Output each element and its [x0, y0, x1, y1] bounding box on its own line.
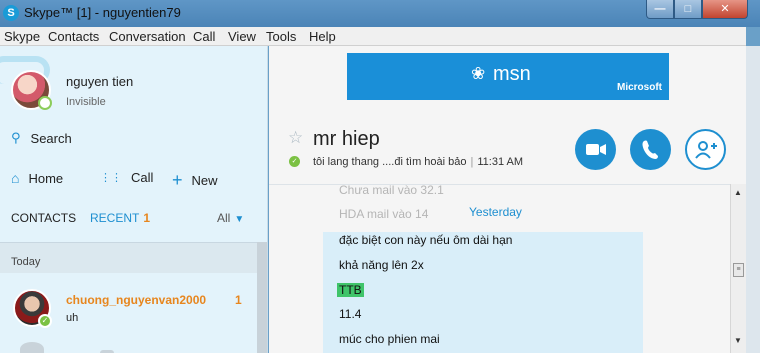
msn-butterfly-icon: ❀: [471, 64, 486, 83]
window-scrollbar[interactable]: [746, 46, 760, 353]
chat-message-highlighted: TTB: [337, 283, 364, 297]
scroll-down-icon[interactable]: ▼: [734, 336, 742, 345]
phone-icon: [642, 140, 658, 159]
plus-icon: +: [172, 170, 183, 190]
call-button[interactable]: ⋮⋮ Call: [100, 170, 153, 185]
sidebar-scrollbar[interactable]: [257, 242, 267, 353]
home-label: Home: [28, 170, 64, 186]
message-preview: uh: [66, 312, 79, 324]
mood-text: tôi lang thang ....đi tìm hoài bảo: [313, 156, 467, 168]
sidebar: nguyen tien Invisible ⚲ Search ⌂ Home ⋮⋮…: [0, 46, 268, 353]
scroll-up-icon[interactable]: ▲: [734, 188, 742, 197]
profile-name[interactable]: nguyen tien: [66, 74, 133, 89]
chat-message: đặc biệt con này nếu ôm dài hạn: [339, 233, 513, 247]
menu-skype[interactable]: Skype: [4, 29, 40, 44]
search-icon: ⚲: [11, 130, 21, 145]
window-controls: — □ ✕: [646, 0, 748, 20]
search-label: Search: [30, 130, 72, 146]
local-time: 11:31 AM: [477, 156, 524, 168]
ad-brand: msn: [493, 63, 531, 85]
menu-call[interactable]: Call: [193, 29, 215, 44]
chat-message: 11.4: [339, 307, 362, 321]
menu-bar: Skype Contacts Conversation Call View To…: [0, 27, 746, 46]
group-label-today: Today: [11, 256, 41, 268]
home-button[interactable]: ⌂ Home: [11, 170, 63, 186]
new-button[interactable]: + New: [172, 170, 218, 191]
tab-recent[interactable]: RECENT 1: [90, 211, 150, 225]
chat-message: khả năng lên 2x: [339, 258, 424, 272]
tab-contacts[interactable]: CONTACTS: [11, 211, 76, 225]
audio-call-button[interactable]: [630, 129, 671, 170]
call-label: Call: [131, 170, 154, 185]
menu-conversation[interactable]: Conversation: [109, 29, 186, 44]
online-status-icon: ✓: [289, 156, 300, 167]
filter-label: All: [217, 211, 231, 225]
chat-contact-name: mr hiep: [313, 128, 380, 150]
chevron-down-icon: ▼: [234, 214, 245, 225]
message-history: Chưa mail vào 32.1 HDA mail vào 14 Yeste…: [269, 184, 730, 353]
ad-sponsor: Microsoft: [617, 82, 662, 93]
recent-count-badge: 1: [143, 211, 151, 225]
profile-status[interactable]: Invisible: [66, 96, 106, 108]
window-title: Skype™ [1] - nguyentien79: [24, 5, 181, 20]
skype-logo-icon: S: [3, 5, 19, 21]
add-person-icon: [695, 141, 717, 159]
new-label: New: [191, 173, 218, 188]
filter-dropdown[interactable]: All ▼: [217, 211, 244, 225]
search-button[interactable]: ⚲ Search: [11, 130, 72, 146]
online-status-icon: ✓: [38, 314, 52, 328]
chat-message: múc cho phien mai: [339, 332, 440, 346]
day-separator: Yesterday: [469, 205, 522, 219]
menu-view[interactable]: View: [228, 29, 256, 44]
add-people-button[interactable]: [685, 129, 726, 170]
conversation-pane: ❀ msn Microsoft ☆ mr hiep ✓ tôi lang tha…: [269, 46, 746, 353]
maximize-icon[interactable]: □: [674, 0, 702, 19]
video-camera-icon: [586, 144, 606, 155]
unread-count-badge: 1: [235, 293, 242, 307]
conversation-scrollbar[interactable]: ▲ ≡ ▼: [730, 184, 746, 353]
close-icon[interactable]: ✕: [702, 0, 748, 19]
menu-help[interactable]: Help: [309, 29, 336, 44]
mood-message: tôi lang thang ....đi tìm hoài bảo | 11:31…: [313, 156, 524, 168]
contact-avatar: [20, 342, 44, 353]
title-bar: S Skype™ [1] - nguyentien79 — □ ✕: [0, 0, 760, 27]
faded-message: HDA mail vào 14: [339, 207, 429, 221]
faded-message: Chưa mail vào 32.1: [339, 184, 444, 197]
tab-recent-label: RECENT: [90, 211, 140, 225]
minimize-icon[interactable]: —: [646, 0, 674, 19]
contact-name: chuong_nguyenvan2000: [66, 293, 207, 307]
invisible-status-icon: [38, 96, 52, 110]
home-icon: ⌂: [11, 170, 20, 186]
favorite-star-icon[interactable]: ☆: [288, 128, 303, 148]
msn-ad-banner[interactable]: ❀ msn Microsoft: [347, 53, 669, 100]
dialpad-icon: ⋮⋮: [100, 172, 122, 184]
menu-contacts[interactable]: Contacts: [48, 29, 99, 44]
video-call-button[interactable]: [575, 129, 616, 170]
scroll-thumb[interactable]: ≡: [733, 263, 744, 277]
menu-tools[interactable]: Tools: [266, 29, 296, 44]
